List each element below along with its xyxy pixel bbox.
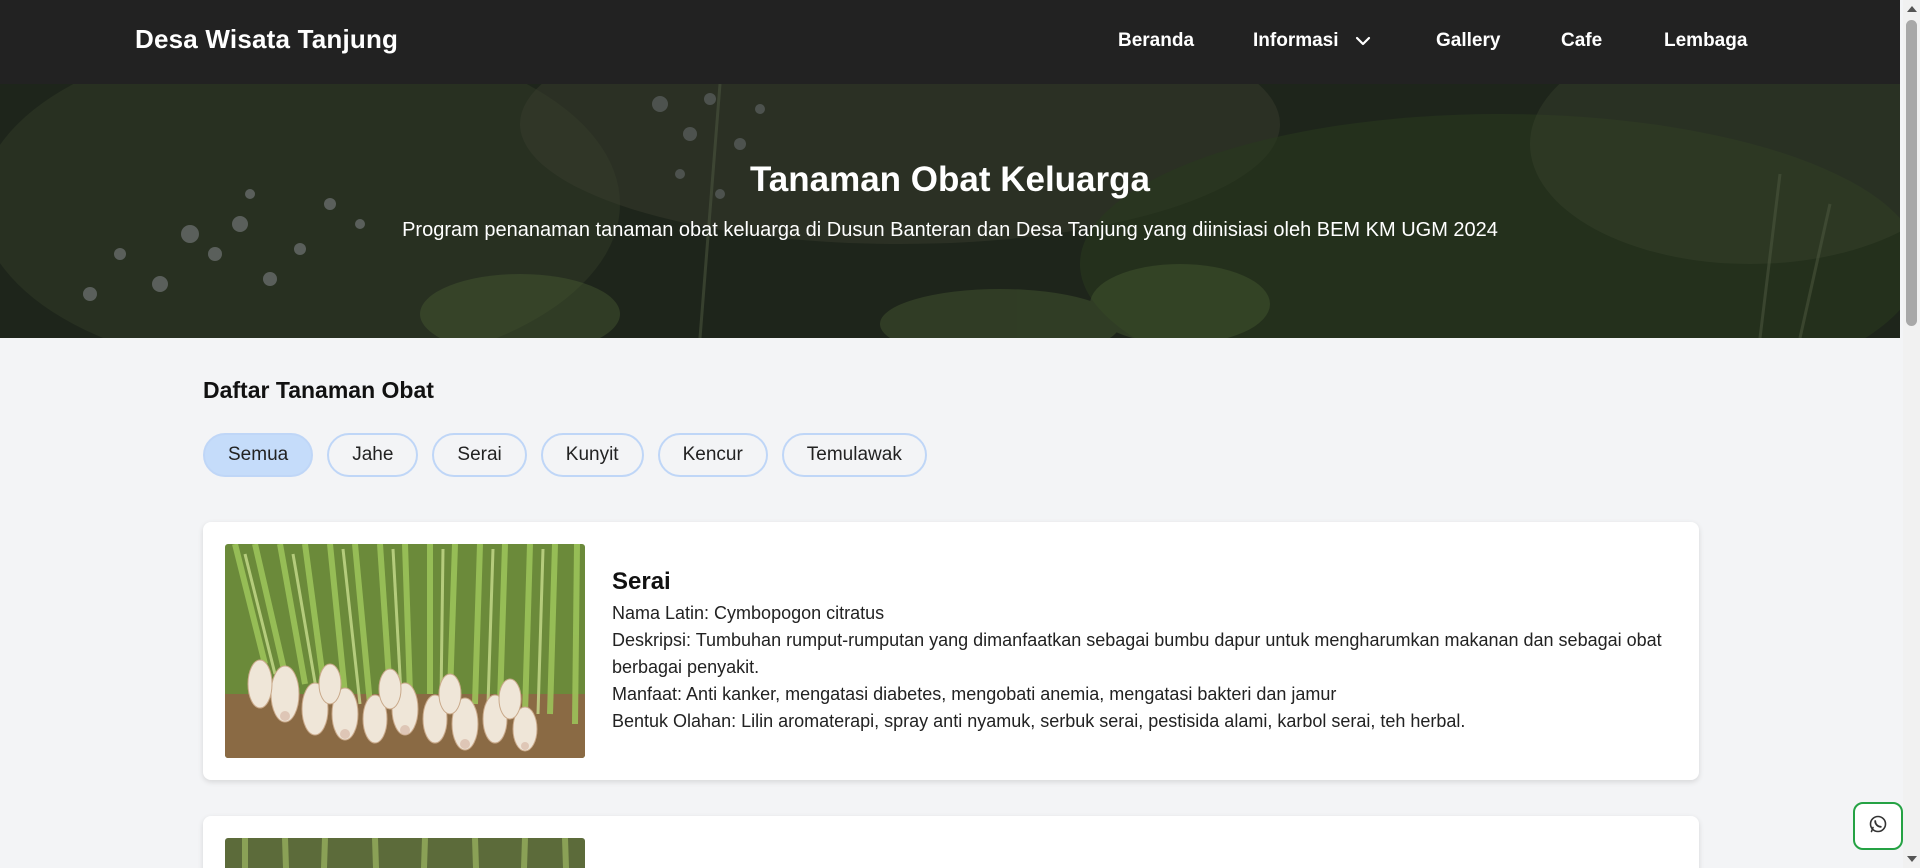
- whatsapp-button[interactable]: [1853, 802, 1903, 850]
- nav-link-label: Cafe: [1561, 30, 1603, 51]
- hero-title: Tanaman Obat Keluarga: [749, 160, 1150, 199]
- nav-link-label: Lembaga: [1664, 30, 1748, 51]
- hero-overlay: [0, 84, 1900, 338]
- filter-chip-serai[interactable]: Serai: [432, 433, 527, 477]
- plant-card: Serai Nama Latin: Cymbopogon citratus De…: [203, 522, 1699, 780]
- scrollbar-thumb[interactable]: [1906, 20, 1917, 326]
- filter-chips: Semua Jahe Serai Kunyit Kencur Temulawak: [203, 433, 927, 477]
- chevron-down-icon: [1355, 30, 1371, 52]
- nav-link-lembaga[interactable]: Lembaga: [1664, 30, 1747, 52]
- plant-products: Bentuk Olahan: Lilin aromaterapi, spray …: [612, 711, 1466, 731]
- whatsapp-icon: [1868, 814, 1888, 839]
- scroll-down-arrow-icon[interactable]: [1907, 856, 1917, 862]
- plant-card: [203, 816, 1699, 868]
- section-title: Daftar Tanaman Obat: [203, 377, 434, 403]
- plant-description: Deskripsi: Tumbuhan rumput-rumputan yang…: [612, 630, 1662, 677]
- navbar: Desa Wisata Tanjung Beranda Informasi Ga…: [0, 0, 1900, 84]
- nav-link-gallery[interactable]: Gallery: [1436, 30, 1500, 52]
- nav-link-label: Informasi: [1253, 30, 1339, 52]
- nav-link-label: Beranda: [1118, 30, 1195, 51]
- hero-banner: Tanaman Obat Keluarga Program penanaman …: [0, 84, 1900, 338]
- filter-chip-kencur[interactable]: Kencur: [657, 433, 768, 477]
- nav-link-cafe[interactable]: Cafe: [1561, 30, 1602, 52]
- plant-name: Serai: [612, 568, 671, 595]
- plant-benefits: Manfaat: Anti kanker, mengatasi diabetes…: [612, 684, 1337, 704]
- scroll-up-arrow-icon[interactable]: [1907, 6, 1917, 12]
- page-scrollbar[interactable]: [1903, 0, 1920, 868]
- filter-chip-kunyit[interactable]: Kunyit: [540, 433, 644, 477]
- nav-link-beranda[interactable]: Beranda: [1118, 30, 1194, 52]
- plant-image-serai: [225, 544, 585, 758]
- plant-latin-name: Nama Latin: Cymbopogon citratus: [612, 603, 885, 623]
- nav-links: Beranda Informasi Gallery Cafe Lembaga: [0, 30, 1900, 56]
- filter-chip-jahe[interactable]: Jahe: [327, 433, 419, 477]
- hero-subtitle: Program penanaman tanaman obat keluarga …: [402, 219, 1498, 241]
- filter-chip-temulawak[interactable]: Temulawak: [781, 433, 927, 477]
- nav-link-informasi[interactable]: Informasi: [1253, 30, 1371, 52]
- filter-chip-semua[interactable]: Semua: [203, 433, 314, 477]
- plant-image: [225, 838, 585, 868]
- nav-link-label: Gallery: [1436, 30, 1501, 51]
- plant-card-body: Serai Nama Latin: Cymbopogon citratus De…: [612, 568, 1662, 735]
